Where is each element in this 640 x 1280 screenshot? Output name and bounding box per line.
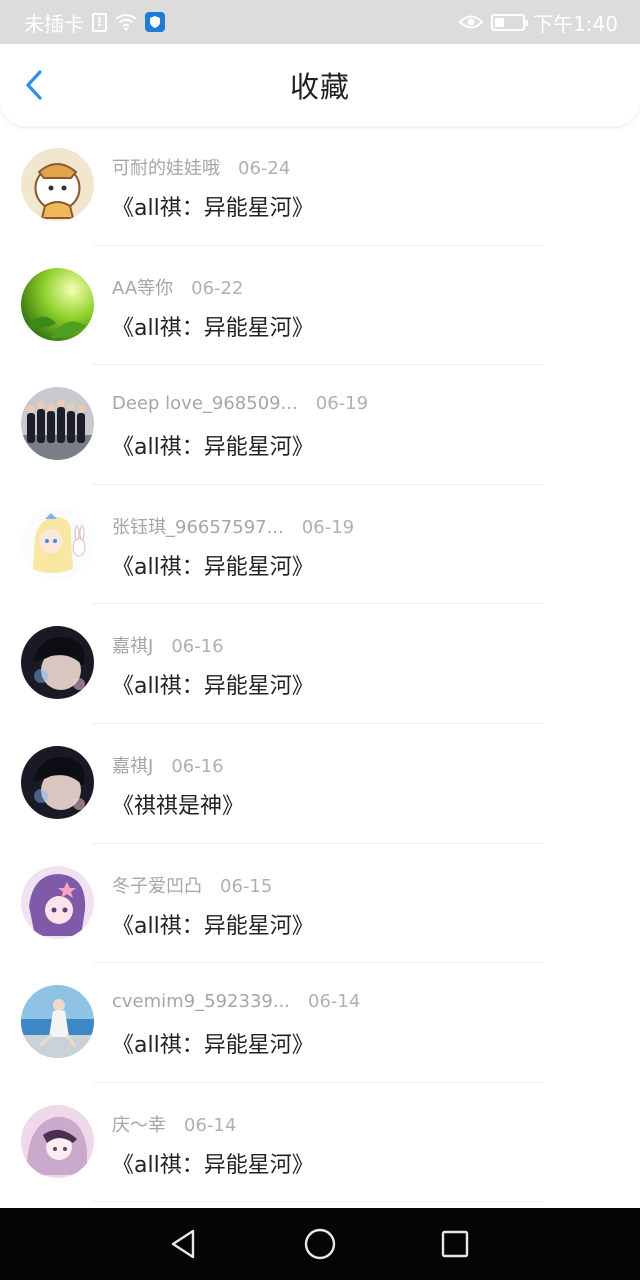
user-name[interactable]: 庆～幸 [112,1111,166,1137]
status-bar: 未插卡 ! 下午1:40 [0,0,640,44]
item-text: Deep love_968509... 06-19 《all祺：异能星河》 [112,393,620,461]
status-right: 下午1:40 [459,8,618,37]
item-text: cvemim9_592339... 06-14 《all祺：异能星河》 [112,991,620,1059]
status-left: 未插卡 ! [24,8,165,37]
book-title[interactable]: 《all祺：异能星河》 [112,190,620,222]
item-meta: cvemim9_592339... 06-14 [112,991,620,1015]
item-text: 嘉祺J 06-16 《祺祺是神》 [112,752,620,820]
sim-alert-icon: ! [92,12,107,32]
back-triangle-icon [171,1229,195,1259]
item-text: 冬子爱凹凸 06-15 《all祺：异能星河》 [112,872,620,940]
book-title[interactable]: 《all祺：异能星河》 [112,429,620,461]
avatar[interactable] [21,387,94,461]
book-title[interactable]: 《all祺：异能星河》 [112,1027,620,1059]
item-text: 可耐的娃娃哦 06-24 《all祺：异能星河》 [112,154,620,222]
carrier-text: 未插卡 [24,11,84,36]
post-date: 06-15 [220,875,273,897]
item-meta: 冬子爱凹凸 06-15 [112,872,620,898]
shield-icon [145,12,165,32]
book-title[interactable]: 《祺祺是神》 [112,788,620,820]
item-meta: 嘉祺J 06-16 [112,752,620,778]
post-date: 06-19 [301,516,355,538]
avatar[interactable] [21,506,94,580]
item-text: AA等你 06-22 《all祺：异能星河》 [112,274,620,342]
item-text: 张钰琪_96657597... 06-19 《all祺：异能星河》 [112,513,620,581]
post-date: 06-14 [308,991,361,1013]
item-meta: 庆～幸 06-14 [112,1111,620,1137]
book-title[interactable]: 《all祺：异能星河》 [112,1147,620,1179]
favorite-list-item[interactable]: AA等你 06-22 《all祺：异能星河》 [0,246,640,366]
nav-recents-button[interactable] [437,1226,473,1262]
back-button[interactable] [14,65,54,105]
item-meta: 可耐的娃娃哦 06-24 [112,154,620,180]
avatar[interactable] [21,865,94,939]
favorite-list-item[interactable]: 张钰琪_96657597... 06-19 《all祺：异能星河》 [0,485,640,605]
item-meta: 张钰琪_96657597... 06-19 [112,513,620,539]
page-title: 收藏 [289,70,350,104]
user-name[interactable]: 冬子爱凹凸 [112,872,202,898]
user-name[interactable]: 嘉祺J [112,632,153,658]
battery-level-fill [495,17,505,27]
home-circle-icon [304,1228,336,1260]
nav-back-button[interactable] [165,1226,201,1262]
favorite-list-item[interactable]: 可耐的娃娃哦 06-24 《all祺：异能星河》 [0,126,640,246]
avatar[interactable] [21,626,94,700]
user-name[interactable]: 张钰琪_96657597... [112,513,284,539]
avatar[interactable] [21,985,94,1059]
divider [92,1201,544,1203]
status-time: 下午1:40 [533,11,618,36]
avatar[interactable] [21,267,94,341]
favorite-list-item[interactable]: 庆～幸 06-14 《all祺：异能星河》 [0,1083,640,1203]
wifi-icon [115,13,137,31]
post-date: 06-24 [238,158,291,179]
post-date: 06-19 [315,393,369,415]
nav-home-button[interactable] [302,1226,338,1262]
user-name[interactable]: 可耐的娃娃哦 [112,154,220,180]
item-meta: 嘉祺J 06-16 [112,632,620,658]
book-title[interactable]: 《all祺：异能星河》 [112,908,620,940]
avatar[interactable] [21,1104,94,1178]
post-date: 06-14 [184,1114,237,1136]
favorite-list-item[interactable]: 冬子爱凹凸 06-15 《all祺：异能星河》 [0,844,640,964]
favorite-list-item[interactable]: 嘉祺J 06-16 《祺祺是神》 [0,724,640,844]
battery-icon [491,13,529,31]
favorite-list-item[interactable]: Deep love_968509... 06-19 《all祺：异能星河》 [0,365,640,485]
user-name[interactable]: cvemim9_592339... [112,991,290,1012]
recents-square-icon [441,1230,469,1258]
avatar[interactable] [21,148,94,221]
item-text: 庆～幸 06-14 《all祺：异能星河》 [112,1111,620,1179]
post-date: 06-16 [171,755,224,777]
favorites-list: 可耐的娃娃哦 06-24 《all祺：异能星河》 AA等你 06-22 《all祺：异能星… [0,126,640,1203]
user-name[interactable]: Deep love_968509... [112,393,298,414]
item-text: 嘉祺J 06-16 《all祺：异能星河》 [112,632,620,700]
item-meta: AA等你 06-22 [112,274,620,300]
favorite-list-item[interactable]: cvemim9_592339... 06-14 《all祺：异能星河》 [0,963,640,1083]
user-name[interactable]: 嘉祺J [112,752,153,778]
book-title[interactable]: 《all祺：异能星河》 [112,668,620,700]
header-bar: 收藏 [0,44,640,126]
post-date: 06-22 [191,277,244,299]
item-meta: Deep love_968509... 06-19 [112,393,620,417]
user-name[interactable]: AA等你 [112,274,173,300]
book-title[interactable]: 《all祺：异能星河》 [112,549,620,581]
eye-icon [459,14,484,30]
system-nav-bar [0,1208,640,1280]
book-title[interactable]: 《all祺：异能星河》 [112,310,620,342]
favorite-list-item[interactable]: 嘉祺J 06-16 《all祺：异能星河》 [0,604,640,724]
chevron-left-icon [26,70,42,100]
post-date: 06-16 [171,636,224,658]
avatar[interactable] [21,745,94,819]
